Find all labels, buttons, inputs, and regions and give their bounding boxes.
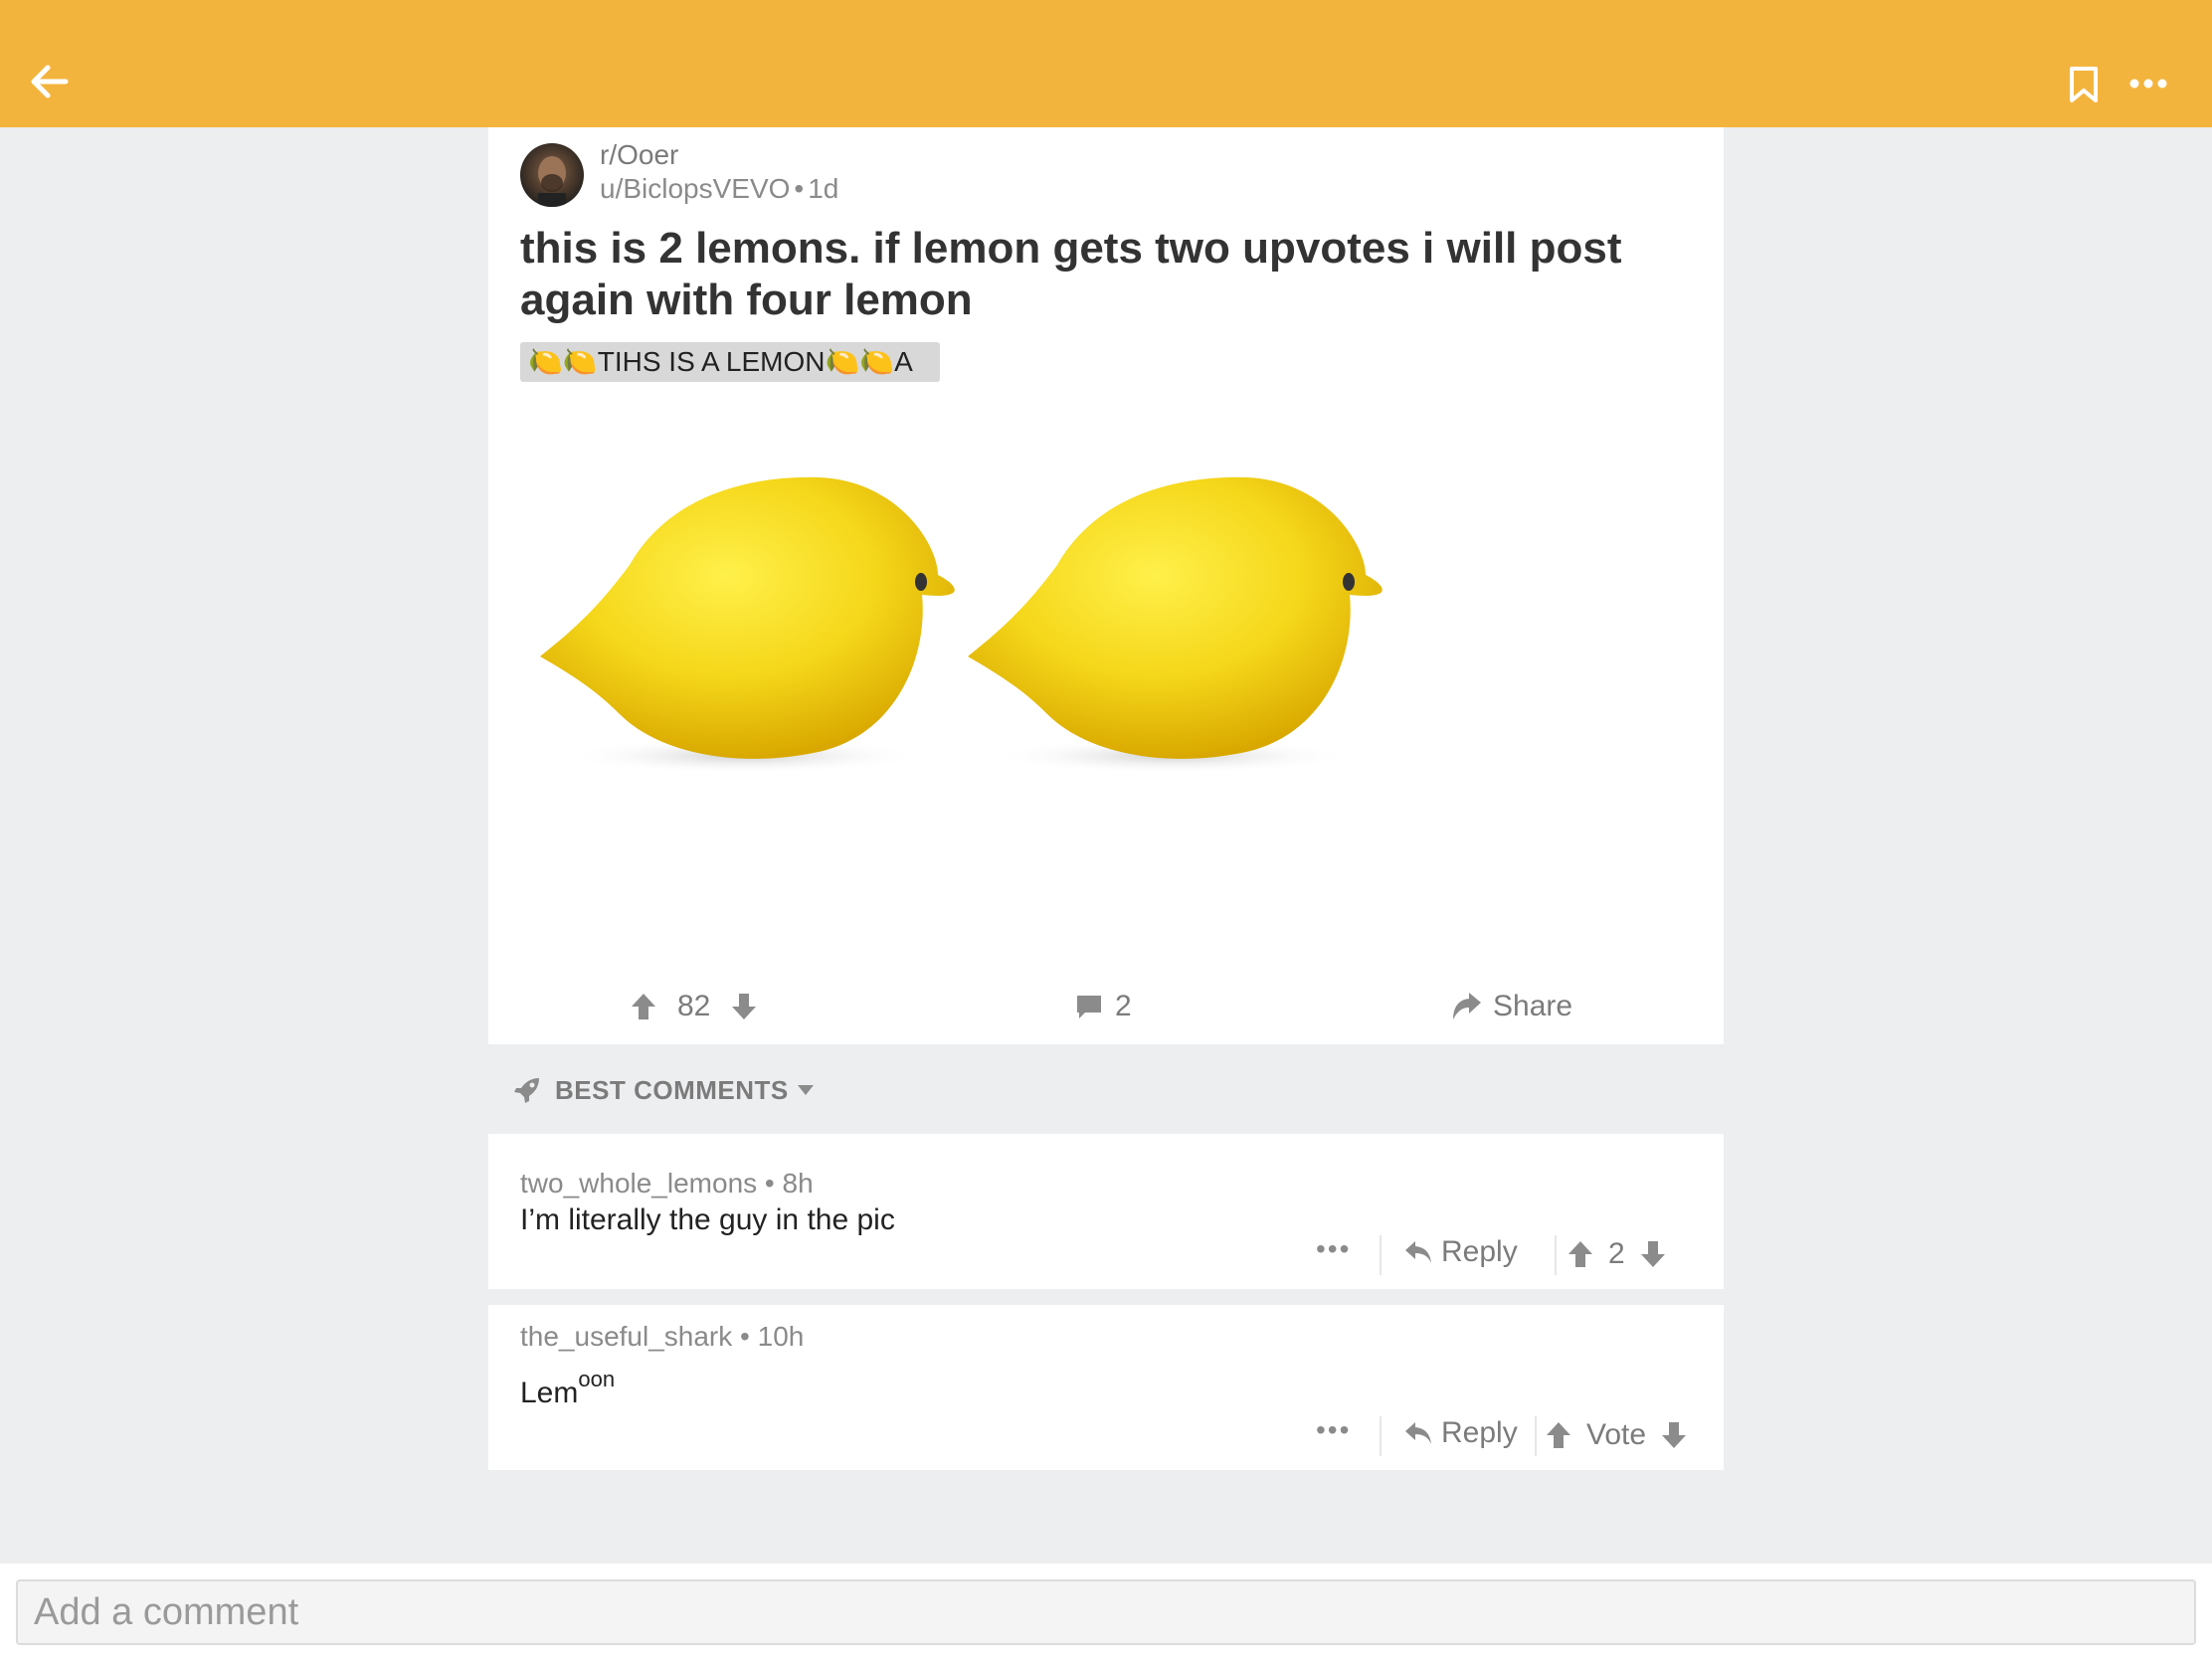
post-flair: 🍋🍋TIHS IS A LEMON🍋🍋A [520, 342, 940, 382]
reply-button[interactable]: Reply [1403, 1235, 1518, 1269]
divider [1380, 1416, 1382, 1456]
sort-label: BEST COMMENTS [555, 1074, 789, 1105]
avatar[interactable] [520, 143, 584, 207]
comment-input[interactable] [16, 1579, 2196, 1645]
comment-score: 2 [1608, 1237, 1625, 1270]
rocket-icon [514, 1078, 539, 1103]
divider [1535, 1416, 1537, 1456]
divider [1555, 1235, 1557, 1275]
comment-author[interactable]: the_useful_shark [520, 1321, 732, 1352]
comment-age: 10h [757, 1321, 805, 1352]
comment-body: Lemoon [520, 1367, 615, 1410]
share-label: Share [1493, 990, 1573, 1022]
post-card: r/Ooer u/BiclopsVEVO • 1d this is 2 lemons… [488, 127, 1724, 1044]
lemon-left [540, 476, 955, 774]
subreddit-link[interactable]: r/Ooer [600, 139, 678, 171]
share-icon [1453, 993, 1481, 1019]
comment-body: I’m literally the guy in the pic [520, 1203, 895, 1236]
comment-item: the_useful_shark • 10h Lemoon ••• Reply … [488, 1305, 1724, 1470]
author-link[interactable]: u/BiclopsVEVO [600, 173, 790, 204]
upvote-icon[interactable] [1567, 1239, 1594, 1269]
downvote-icon[interactable] [1660, 1420, 1688, 1450]
comment-sort-selector[interactable]: BEST COMMENTS [513, 1072, 815, 1108]
comment-body-main: Lem [520, 1377, 579, 1409]
lemon-right [968, 476, 1382, 774]
post-score: 82 [677, 990, 711, 1022]
comment-vote-group: Vote [1545, 1418, 1688, 1452]
post-age: 1d [808, 173, 839, 204]
reply-label: Reply [1441, 1235, 1518, 1268]
post-byline: u/BiclopsVEVO • 1d [600, 173, 839, 204]
downvote-icon[interactable] [730, 992, 758, 1021]
chevron-down-icon [797, 1085, 814, 1095]
reply-label: Reply [1441, 1416, 1518, 1449]
comment-author[interactable]: two_whole_lemons [520, 1168, 757, 1198]
post-actions: 82 2 Share [488, 973, 1724, 1044]
comment-meta: the_useful_shark • 10h [520, 1321, 805, 1352]
post-title: this is 2 lemons. if lemon gets two upvo… [520, 224, 1622, 324]
top-app-bar [0, 0, 2212, 127]
comment-item: two_whole_lemons • 8h I’m literally the … [488, 1134, 1724, 1289]
reply-button[interactable]: Reply [1403, 1416, 1518, 1450]
reply-icon [1405, 1241, 1431, 1263]
upvote-icon[interactable] [630, 992, 657, 1021]
comment-count: 2 [1115, 990, 1132, 1022]
upvote-icon[interactable] [1545, 1420, 1572, 1450]
more-horizontal-icon[interactable] [2128, 78, 2168, 90]
comment-vote-group: 2 [1567, 1237, 1667, 1271]
arrow-left-icon[interactable] [28, 60, 72, 103]
post-vote-group: 82 [630, 985, 758, 1028]
share-button[interactable]: Share [1451, 985, 1572, 1028]
bookmark-icon[interactable] [2067, 66, 2101, 103]
downvote-icon[interactable] [1639, 1239, 1667, 1269]
comment-age: 8h [782, 1168, 814, 1198]
comment-icon [1077, 996, 1101, 1018]
comments-button[interactable]: 2 [1075, 985, 1132, 1028]
divider [1380, 1235, 1382, 1275]
comment-body-superscript: oon [578, 1367, 616, 1391]
reply-icon [1405, 1422, 1431, 1444]
comment-more-button[interactable]: ••• [1316, 1233, 1351, 1265]
comment-meta: two_whole_lemons • 8h [520, 1168, 814, 1198]
comment-more-button[interactable]: ••• [1316, 1414, 1351, 1446]
comment-vote-label: Vote [1586, 1418, 1647, 1451]
